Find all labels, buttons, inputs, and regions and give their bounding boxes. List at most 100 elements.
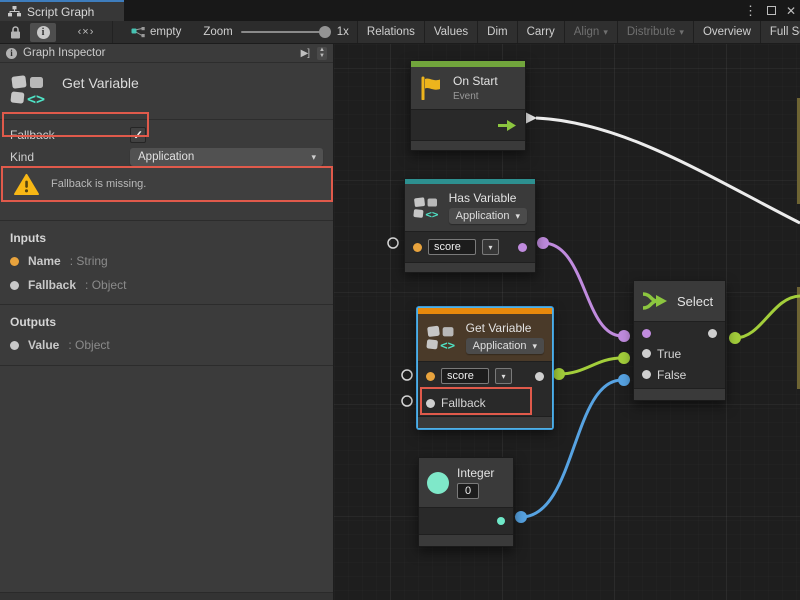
graph-ref-icon: [131, 27, 145, 38]
kind-value: Application: [473, 340, 527, 352]
zoom-slider[interactable]: [241, 31, 329, 33]
node-body: score ▾ Fallback: [418, 361, 552, 416]
unit-title: Get Variable: [62, 73, 139, 91]
graph-icon: [8, 6, 21, 17]
variable-name-field[interactable]: score: [441, 368, 489, 384]
zoom-value: 1x: [337, 26, 349, 38]
variable-picker-button[interactable]: ▾: [495, 368, 512, 384]
info-icon: i: [37, 26, 50, 39]
wires-layer: [334, 44, 800, 600]
fallback-input-port[interactable]: [426, 399, 435, 408]
integer-literal-icon: [427, 472, 449, 494]
node-select[interactable]: Select True False: [633, 280, 726, 401]
wire-endpoint: [618, 374, 630, 386]
selection-output-port[interactable]: [708, 329, 717, 338]
node-body: True False: [634, 321, 725, 388]
inspector-toggle-button[interactable]: i: [30, 23, 56, 42]
node-title: On Start: [453, 74, 498, 88]
toolbar-left: i ‹×› empty Zoom 1x: [0, 21, 357, 43]
kind-dropdown[interactable]: Application ▾: [449, 208, 527, 224]
node-header: Select: [634, 281, 725, 321]
maximize-icon[interactable]: [767, 6, 776, 15]
node-footer: [634, 388, 725, 400]
kind-dropdown[interactable]: Application ▾: [130, 148, 323, 166]
port-name: Name: [28, 254, 61, 268]
chevron-down-icon: ▾: [679, 27, 684, 38]
port-name: Fallback: [28, 278, 76, 292]
result-output-port[interactable]: [518, 243, 527, 252]
warning-box: Fallback is missing.: [2, 167, 332, 201]
window-controls: ⋮ ✕: [744, 0, 796, 21]
wire-endpoint: [729, 332, 741, 344]
integer-output-port[interactable]: [497, 517, 505, 525]
fallback-checkbox[interactable]: ✓: [130, 127, 146, 143]
node-has-variable[interactable]: <> Has Variable Application ▾ score: [404, 178, 536, 273]
port-dot-gray: [10, 341, 19, 350]
variable-picker-button[interactable]: ▾: [482, 239, 499, 255]
true-input-port[interactable]: [642, 349, 651, 358]
align-button[interactable]: Align▾: [564, 21, 617, 43]
wire-endpoint: [537, 237, 549, 249]
node-footer: [411, 140, 525, 150]
name-input-port[interactable]: [426, 372, 435, 381]
inspected-unit: <> Get Variable: [0, 63, 333, 120]
port-type: : String: [70, 254, 108, 268]
inspector-header: i Graph Inspector ▶] ▲▼: [0, 44, 333, 63]
name-input-port[interactable]: [413, 243, 422, 252]
kind-dropdown[interactable]: Application ▾: [466, 338, 544, 354]
unconnected-port-ring[interactable]: [402, 370, 412, 380]
kind-value: Application: [456, 210, 510, 222]
port-type: : Object: [68, 338, 109, 352]
node-title: Get Variable: [466, 321, 544, 335]
node-title: Select: [677, 294, 713, 309]
close-icon[interactable]: ✕: [786, 5, 796, 17]
graph-toolbar: i ‹×› empty Zoom 1x R: [0, 21, 800, 44]
zoom-slider-handle[interactable]: [319, 26, 331, 38]
fallback-field-row: Fallback ✓: [0, 124, 333, 146]
unconnected-port-ring[interactable]: [402, 396, 412, 406]
wire-endpoint: [553, 368, 565, 380]
node-get-variable[interactable]: <> Get Variable Application ▾ score: [417, 307, 553, 429]
input-port-row: Fallback : Object: [0, 273, 333, 297]
node-body: score ▾: [405, 231, 535, 262]
node-header: On Start Event: [411, 67, 525, 109]
dim-button[interactable]: Dim: [477, 21, 516, 43]
integer-value-field[interactable]: 0: [457, 483, 479, 499]
overview-button[interactable]: Overview: [693, 21, 760, 43]
tab-script-graph[interactable]: Script Graph: [0, 0, 124, 21]
info-icon: i: [6, 48, 17, 59]
svg-text:<>: <>: [27, 90, 45, 107]
graph-canvas[interactable]: On Start Event: [334, 44, 800, 600]
inspector-bottom-strip: [0, 592, 333, 600]
relations-button[interactable]: Relations: [357, 21, 424, 43]
node-integer[interactable]: Integer 0: [418, 457, 514, 547]
port-type: : Object: [85, 278, 126, 292]
dock-icon[interactable]: ▶]: [301, 48, 309, 59]
fullscreen-button[interactable]: Full Screen: [760, 21, 800, 43]
unconnected-port-ring[interactable]: [388, 238, 398, 248]
variables-icon: <>: [426, 323, 458, 353]
variables-icon: <>: [413, 193, 441, 223]
inspector-title: Graph Inspector: [23, 47, 295, 59]
distribute-button[interactable]: Distribute▾: [617, 21, 693, 43]
node-subtitle: Event: [453, 91, 498, 102]
graph-reference[interactable]: empty: [113, 26, 195, 38]
scroll-arrows[interactable]: ▲▼: [317, 47, 327, 60]
port-dot-orange: [10, 257, 19, 266]
script-graph-window: Script Graph ⋮ ✕ i ‹×›: [0, 0, 800, 600]
select-icon: [642, 290, 669, 312]
kebab-menu-icon[interactable]: ⋮: [744, 4, 757, 17]
code-view-icon[interactable]: ‹×›: [60, 26, 112, 38]
variable-name-field[interactable]: score: [428, 239, 476, 255]
value-output-port[interactable]: [535, 372, 544, 381]
values-button[interactable]: Values: [424, 21, 477, 43]
chevron-down-icon: ▾: [532, 341, 537, 352]
graph-ref-label: empty: [150, 26, 181, 38]
condition-input-port[interactable]: [642, 329, 651, 338]
node-on-start[interactable]: On Start Event: [410, 60, 526, 151]
chevron-down-icon: ▾: [603, 27, 608, 38]
false-input-port[interactable]: [642, 370, 651, 379]
control-output-port[interactable]: [498, 119, 517, 132]
carry-button[interactable]: Carry: [517, 21, 564, 43]
lock-icon[interactable]: [0, 26, 30, 39]
